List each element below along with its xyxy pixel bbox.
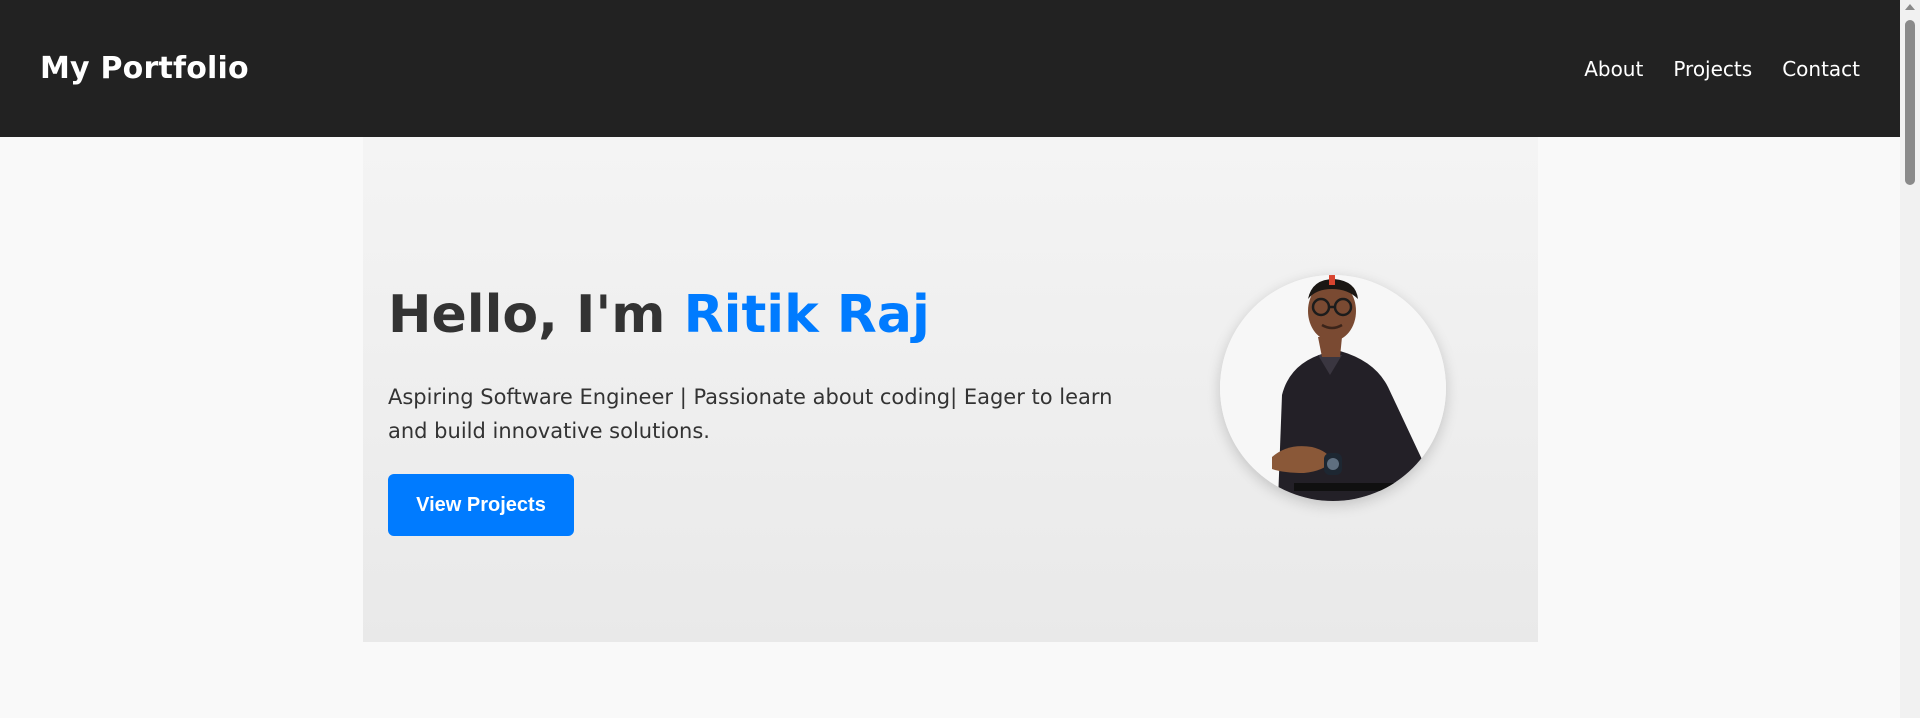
navbar: My Portfolio About Projects Contact [0,0,1900,137]
hero-title: Hello, I'm Ritik Raj [388,285,1128,345]
nav-link-projects[interactable]: Projects [1673,57,1752,81]
hero-title-prefix: Hello, I'm [388,285,684,345]
profile-photo-avatar [1220,275,1446,501]
hero-subtitle: Aspiring Software Engineer | Passionate … [388,385,1113,444]
page-scrollbar[interactable] [1900,0,1920,718]
person-photo-icon [1220,275,1446,501]
hero-section: Hello, I'm Ritik Raj Aspiring Software E… [363,137,1538,642]
scroll-up-arrow-icon[interactable] [1905,4,1915,10]
hero-text: Hello, I'm Ritik Raj Aspiring Software E… [388,285,1128,537]
nav-link-contact[interactable]: Contact [1782,57,1860,81]
scrollbar-thumb[interactable] [1905,20,1915,185]
nav-link-about[interactable]: About [1584,57,1643,81]
hero-title-name: Ritik Raj [683,285,930,345]
nav-links: About Projects Contact [1584,57,1860,81]
brand-title[interactable]: My Portfolio [40,51,249,86]
view-projects-button[interactable]: View Projects [388,474,574,537]
